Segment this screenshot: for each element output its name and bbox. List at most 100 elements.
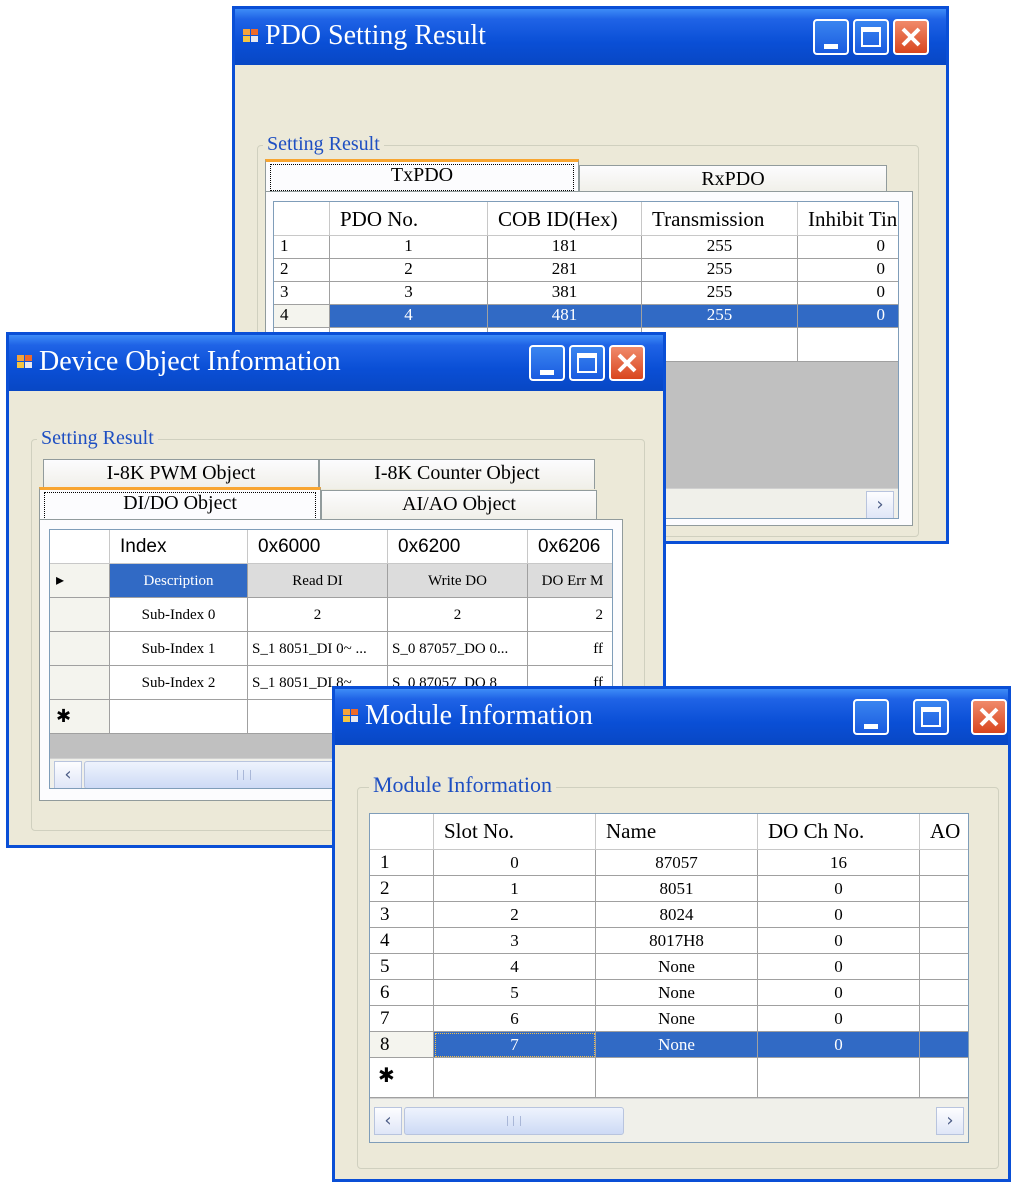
module-titlebar[interactable]: Module Information (335, 689, 1008, 745)
table-cell[interactable]: 255 (642, 259, 798, 282)
table-cell[interactable]: 281 (488, 259, 642, 282)
scroll-right-button[interactable]: › (866, 491, 894, 518)
table-cell[interactable]: 0 (758, 876, 920, 902)
table-cell[interactable]: 381 (488, 282, 642, 305)
table-cell[interactable]: 2 (388, 598, 528, 632)
table-cell[interactable]: 4 (330, 305, 488, 328)
table-cell[interactable]: 3 (330, 282, 488, 305)
table-cell[interactable] (920, 928, 968, 954)
table-cell[interactable]: Sub-Index 0 (110, 598, 248, 632)
table-row[interactable]: 4 3 8017H8 0 (370, 928, 968, 954)
column-header[interactable]: AO (920, 814, 968, 850)
table-cell[interactable]: 2 (528, 598, 612, 632)
table-cell[interactable]: 3 (434, 928, 596, 954)
table-cell[interactable] (920, 980, 968, 1006)
table-cell[interactable]: 0 (758, 954, 920, 980)
maximize-button[interactable] (853, 19, 889, 55)
column-header[interactable]: PDO No. (330, 202, 488, 236)
table-row[interactable]: 1 0 87057 16 (370, 850, 968, 876)
table-cell[interactable]: 255 (642, 282, 798, 305)
table-cell[interactable]: 255 (642, 236, 798, 259)
table-cell[interactable]: None (596, 980, 758, 1006)
table-cell[interactable] (920, 1032, 968, 1058)
table-cell[interactable] (920, 850, 968, 876)
table-cell[interactable]: ff (528, 632, 612, 666)
table-cell[interactable]: 87057 (596, 850, 758, 876)
table-cell[interactable]: 0 (434, 850, 596, 876)
tab-dido-object[interactable]: DI/DO Object (39, 487, 321, 521)
close-button[interactable] (609, 345, 645, 381)
table-cell[interactable]: 2 (434, 902, 596, 928)
table-cell[interactable]: 0 (758, 902, 920, 928)
table-row[interactable]: 3 3 381 255 0 (274, 282, 898, 305)
column-header[interactable]: COB ID(Hex) (488, 202, 642, 236)
tab-aiao-object[interactable]: AI/AO Object (321, 490, 597, 520)
table-cell[interactable]: 5 (434, 980, 596, 1006)
minimize-button[interactable] (529, 345, 565, 381)
table-cell[interactable]: 0 (798, 305, 898, 328)
tab-i8k-counter-object[interactable]: I-8K Counter Object (319, 459, 595, 489)
device-titlebar[interactable]: Device Object Information (9, 335, 663, 391)
tab-i8k-pwm-object[interactable]: I-8K PWM Object (43, 459, 319, 489)
table-cell[interactable]: 6 (434, 1006, 596, 1032)
column-header[interactable]: Slot No. (434, 814, 596, 850)
table-cell[interactable]: 16 (758, 850, 920, 876)
minimize-button[interactable] (813, 19, 849, 55)
column-header[interactable]: DO Ch No. (758, 814, 920, 850)
pdo-titlebar[interactable]: PDO Setting Result (235, 9, 946, 65)
new-row[interactable]: ✱ (370, 1058, 968, 1098)
table-cell[interactable] (920, 954, 968, 980)
table-row[interactable]: 1 1 181 255 0 (274, 236, 898, 259)
close-button[interactable] (893, 19, 929, 55)
table-cell[interactable]: 7 (434, 1032, 596, 1058)
table-cell[interactable]: 0 (798, 259, 898, 282)
horizontal-scrollbar[interactable]: ‹ › (370, 1098, 968, 1142)
table-cell[interactable]: 8017H8 (596, 928, 758, 954)
table-row-selected[interactable]: 8 7 None 0 (370, 1032, 968, 1058)
table-cell[interactable]: DO Err M (528, 564, 612, 598)
table-cell[interactable]: 0 (758, 1006, 920, 1032)
table-cell[interactable]: 8024 (596, 902, 758, 928)
column-header[interactable]: Transmission (642, 202, 798, 236)
table-row[interactable]: 2 1 8051 0 (370, 876, 968, 902)
table-cell[interactable]: 1 (330, 236, 488, 259)
table-cell[interactable]: 0 (758, 1032, 920, 1058)
table-cell[interactable]: S_1 8051_DI 0~ ... (248, 632, 388, 666)
table-cell[interactable]: 0 (758, 980, 920, 1006)
tab-rxpdo[interactable]: RxPDO (579, 165, 887, 193)
table-cell[interactable]: Description (110, 564, 248, 598)
table-cell[interactable]: 0 (798, 282, 898, 305)
table-row[interactable]: 5 4 None 0 (370, 954, 968, 980)
scroll-left-button[interactable]: ‹ (374, 1107, 402, 1135)
table-row[interactable]: 6 5 None 0 (370, 980, 968, 1006)
column-header[interactable]: Name (596, 814, 758, 850)
scroll-thumb[interactable] (404, 1107, 624, 1135)
table-cell[interactable]: S_0 87057_DO 0... (388, 632, 528, 666)
table-cell[interactable]: Sub-Index 1 (110, 632, 248, 666)
table-cell[interactable]: Sub-Index 2 (110, 666, 248, 700)
table-cell[interactable]: 0 (758, 928, 920, 954)
table-row[interactable]: 7 6 None 0 (370, 1006, 968, 1032)
table-row[interactable]: 2 2 281 255 0 (274, 259, 898, 282)
table-cell[interactable]: 2 (248, 598, 388, 632)
table-cell[interactable]: 481 (488, 305, 642, 328)
table-cell[interactable] (920, 876, 968, 902)
table-cell[interactable] (920, 902, 968, 928)
table-cell[interactable]: None (596, 1032, 758, 1058)
scroll-left-button[interactable]: ‹ (54, 761, 82, 788)
tab-txpdo[interactable]: TxPDO (265, 159, 579, 192)
scroll-right-button[interactable]: › (936, 1107, 964, 1135)
table-cell[interactable]: None (596, 954, 758, 980)
table-cell[interactable]: 2 (330, 259, 488, 282)
maximize-button[interactable] (569, 345, 605, 381)
table-row[interactable]: ▸ Description Read DI Write DO DO Err M (50, 564, 612, 598)
table-cell[interactable]: 255 (642, 305, 798, 328)
table-row[interactable]: Sub-Index 0 2 2 2 (50, 598, 612, 632)
column-header[interactable]: Inhibit Tin (798, 202, 898, 236)
table-row[interactable]: 3 2 8024 0 (370, 902, 968, 928)
table-cell[interactable]: Write DO (388, 564, 528, 598)
table-cell[interactable]: 1 (434, 876, 596, 902)
column-header[interactable]: 0x6200 (388, 530, 528, 564)
table-cell[interactable]: Read DI (248, 564, 388, 598)
table-row-selected[interactable]: 4 4 481 255 0 (274, 305, 898, 328)
